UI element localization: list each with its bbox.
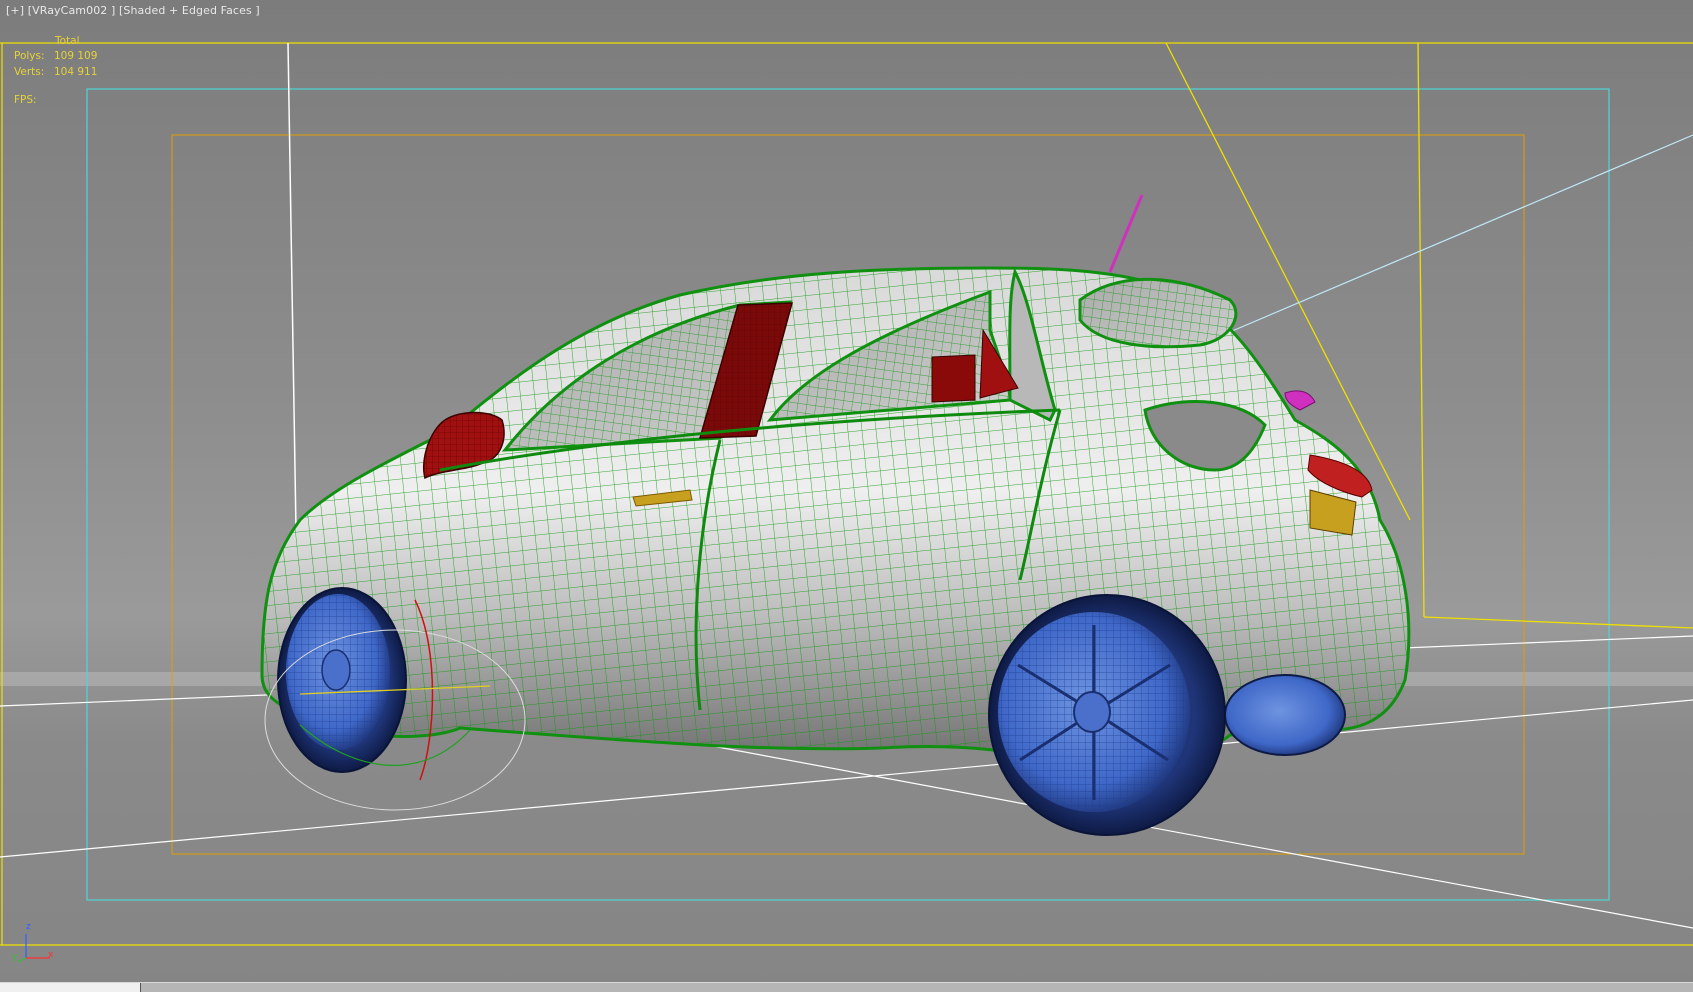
axis-y-label: y	[12, 952, 18, 962]
car-model[interactable]	[260, 194, 1411, 836]
camera-cone-line-3	[1423, 616, 1693, 629]
antenna	[1108, 194, 1144, 273]
timeline-bar[interactable]	[0, 982, 1693, 992]
stats-header: Total	[55, 35, 80, 47]
polys-value: 109 109	[54, 50, 98, 62]
viewport[interactable]: [+] [VRayCam002 ] [Shaded + Edged Faces …	[0, 0, 1693, 992]
viewport-statistics: Total Polys: 109 109 Verts: 104 911 FPS:	[14, 34, 97, 108]
verts-label: Verts:	[14, 66, 45, 78]
car-body-wireframe	[262, 268, 1409, 764]
polys-label: Polys:	[14, 50, 45, 62]
rear-wiper	[1284, 390, 1316, 411]
axis-tripod-icon: z y x	[10, 922, 60, 968]
rear-far-wheel	[1224, 674, 1346, 756]
viewport-label[interactable]: [+] [VRayCam002 ] [Shaded + Edged Faces …	[6, 4, 260, 17]
fps-label: FPS:	[14, 94, 37, 106]
timeline-slider[interactable]	[0, 983, 141, 992]
rear-wheel[interactable]	[988, 594, 1226, 836]
seat-headrest	[931, 354, 976, 403]
light-helper-line	[287, 42, 297, 531]
verts-value: 104 911	[54, 66, 98, 78]
front-wheel[interactable]	[277, 587, 407, 773]
axis-z-label: z	[26, 922, 31, 932]
scene-canvas[interactable]	[0, 0, 1693, 992]
axis-x-label: x	[48, 950, 54, 960]
camera-cone-line-2	[1417, 42, 1425, 618]
